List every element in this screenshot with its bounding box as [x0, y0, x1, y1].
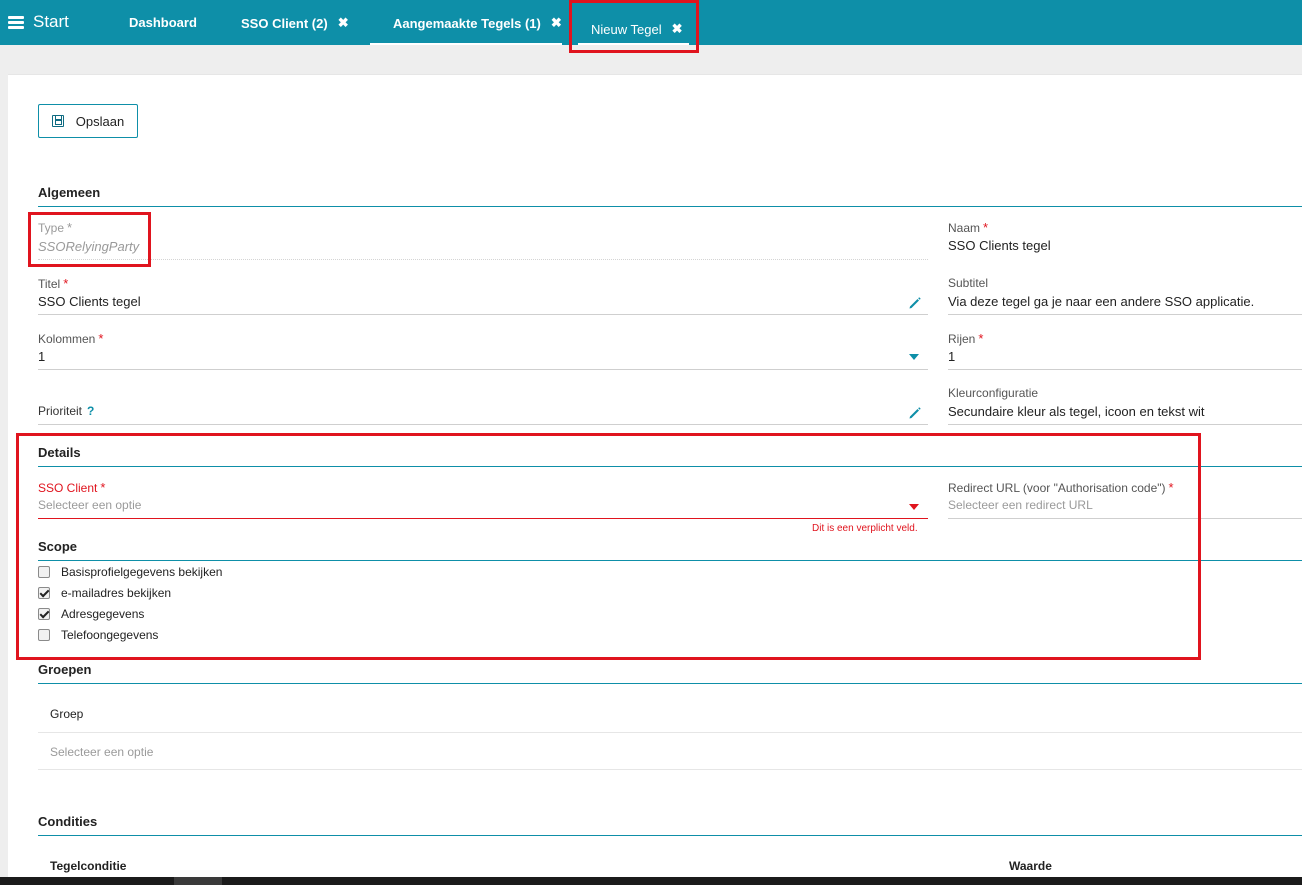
- titel-label: Titel *: [38, 276, 68, 291]
- taskbar-item[interactable]: [174, 877, 222, 885]
- section-divider: [38, 466, 1302, 467]
- kleurconfiguratie-select[interactable]: Secundaire kleur als tegel, icoon en tek…: [948, 404, 1205, 419]
- tab-label: SSO Client (2): [241, 15, 328, 31]
- checkbox[interactable]: [38, 566, 50, 578]
- active-tab-indicator: [578, 43, 689, 45]
- rijen-input[interactable]: 1: [948, 349, 955, 364]
- scope-option-basisprofiel[interactable]: Basisprofielgegevens bekijken: [38, 565, 222, 579]
- checkbox-checked[interactable]: [38, 587, 50, 599]
- checkbox-label: Telefoongegevens: [61, 628, 159, 642]
- close-icon[interactable]: ✖: [672, 21, 683, 37]
- section-title-scope: Scope: [38, 539, 78, 554]
- titel-label-text: Titel: [38, 277, 61, 291]
- close-icon[interactable]: ✖: [551, 15, 562, 31]
- kleurconfiguratie-underline: [948, 424, 1302, 425]
- required-mark: *: [978, 331, 984, 346]
- floppy-disk-icon: [51, 115, 64, 127]
- prioriteit-underline: [38, 424, 928, 425]
- rijen-underline: [948, 369, 1302, 370]
- required-mark: *: [100, 480, 106, 495]
- type-value: SSORelyingParty: [38, 239, 140, 254]
- naam-label-text: Naam: [948, 221, 981, 235]
- save-button[interactable]: Opslaan: [38, 104, 138, 138]
- groep-row-divider: [38, 769, 1302, 770]
- chevron-down-icon[interactable]: [909, 504, 919, 510]
- tab-indicator: [370, 43, 562, 45]
- pencil-edit-icon[interactable]: [908, 296, 922, 310]
- kolommen-underline: [38, 369, 928, 370]
- waarde-column-header: Waarde: [1009, 859, 1052, 873]
- titel-input[interactable]: SSO Clients tegel: [38, 294, 141, 309]
- top-navigation-bar: Start Dashboard SSO Client (2) ✖ Aangema…: [0, 0, 1302, 45]
- naam-input[interactable]: SSO Clients tegel: [948, 238, 1051, 253]
- start-label: Start: [33, 12, 69, 31]
- section-divider: [38, 206, 1302, 207]
- section-title-groepen: Groepen: [38, 662, 92, 677]
- checkbox-label: Adresgegevens: [61, 607, 145, 621]
- groep-header-divider: [38, 732, 1302, 733]
- checkbox-checked[interactable]: [38, 608, 50, 620]
- prioriteit-label-text: Prioriteit: [38, 404, 83, 418]
- rijen-label: Rijen *: [948, 331, 983, 346]
- subtitel-label: Subtitel: [948, 276, 989, 290]
- chevron-down-icon[interactable]: [909, 354, 919, 360]
- tab-label: Nieuw Tegel: [591, 21, 662, 37]
- close-icon[interactable]: ✖: [338, 15, 349, 31]
- sso-client-underline: [38, 518, 928, 519]
- redirect-url-label: Redirect URL (voor "Authorisation code")…: [948, 480, 1174, 495]
- kleurconfiguratie-label: Kleurconfiguratie: [948, 386, 1039, 400]
- type-underline: [38, 259, 928, 260]
- prioriteit-label: Prioriteit?: [38, 404, 94, 418]
- scope-option-email[interactable]: e-mailadres bekijken: [38, 586, 171, 600]
- save-label: Opslaan: [75, 113, 125, 129]
- required-mark: *: [98, 331, 104, 346]
- groep-column-header: Groep: [50, 707, 84, 721]
- rijen-label-text: Rijen: [948, 332, 976, 346]
- tab-dashboard[interactable]: Dashboard: [129, 15, 197, 30]
- tab-label: Dashboard: [129, 15, 197, 30]
- tab-nieuw-tegel[interactable]: Nieuw Tegel ✖: [591, 21, 683, 37]
- redirect-url-label-text: Redirect URL (voor "Authorisation code"): [948, 481, 1166, 495]
- required-mark: *: [983, 220, 989, 235]
- kolommen-label: Kolommen *: [38, 331, 103, 346]
- checkbox[interactable]: [38, 629, 50, 641]
- kolommen-select[interactable]: 1: [38, 349, 45, 364]
- naam-label: Naam *: [948, 220, 988, 235]
- subtitel-underline: [948, 314, 1302, 315]
- required-mark: *: [67, 220, 73, 235]
- type-label: Type *: [38, 220, 72, 235]
- type-label-text: Type: [38, 221, 65, 235]
- section-divider: [38, 560, 1302, 561]
- scope-option-adres[interactable]: Adresgegevens: [38, 607, 144, 621]
- sso-client-label-text: SSO Client: [38, 481, 98, 495]
- start-menu-button[interactable]: Start: [8, 12, 69, 32]
- redirect-url-underline: [948, 518, 1302, 519]
- section-divider: [38, 683, 1302, 684]
- required-mark: *: [1168, 480, 1174, 495]
- scope-option-telefoon[interactable]: Telefoongegevens: [38, 628, 158, 642]
- tab-sso-client[interactable]: SSO Client (2) ✖: [241, 15, 349, 31]
- redirect-url-select[interactable]: Selecteer een redirect URL: [948, 498, 1093, 512]
- kolommen-label-text: Kolommen: [38, 332, 96, 346]
- required-mark: *: [63, 276, 69, 291]
- tab-aangemaakte-tegels[interactable]: Aangemaakte Tegels (1) ✖: [393, 15, 562, 31]
- pencil-edit-icon[interactable]: [908, 406, 922, 420]
- sso-client-label: SSO Client *: [38, 480, 105, 495]
- titel-underline: [38, 314, 928, 315]
- hamburger-menu-icon: [8, 15, 24, 29]
- taskbar: [0, 877, 1302, 885]
- tegelconditie-column-header: Tegelconditie: [50, 859, 127, 873]
- section-divider: [38, 835, 1302, 836]
- checkbox-label: e-mailadres bekijken: [61, 586, 172, 600]
- section-title-details: Details: [38, 445, 81, 460]
- sso-client-error-message: Dit is een verplicht veld.: [812, 523, 918, 534]
- groep-select[interactable]: Selecteer een optie: [50, 745, 153, 759]
- tab-label: Aangemaakte Tegels (1): [393, 15, 541, 31]
- subtitel-input[interactable]: Via deze tegel ga je naar een andere SSO…: [948, 294, 1254, 309]
- section-title-condities: Condities: [38, 814, 98, 829]
- checkbox-label: Basisprofielgegevens bekijken: [61, 565, 223, 579]
- sso-client-select[interactable]: Selecteer een optie: [38, 498, 141, 512]
- section-title-algemeen: Algemeen: [38, 185, 101, 200]
- help-icon[interactable]: ?: [87, 404, 94, 418]
